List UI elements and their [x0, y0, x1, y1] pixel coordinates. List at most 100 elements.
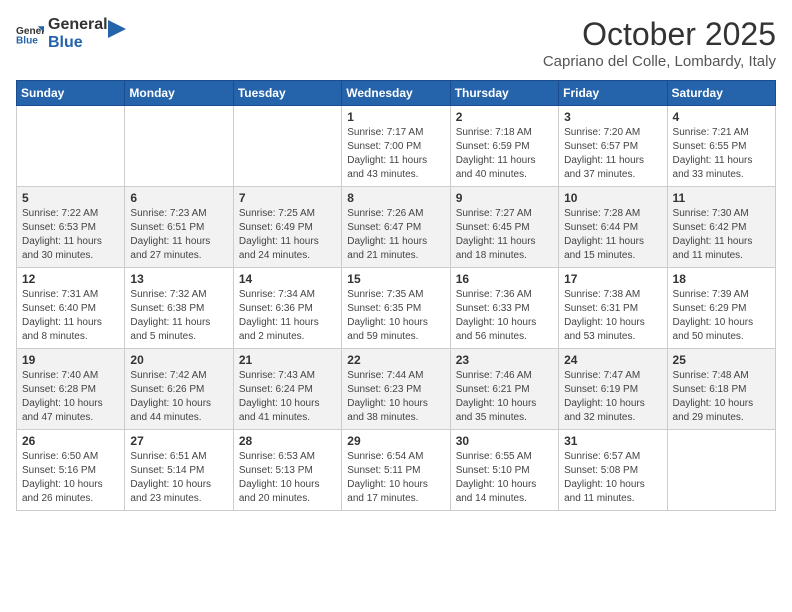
logo-icon: General Blue [16, 23, 44, 45]
calendar-table: SundayMondayTuesdayWednesdayThursdayFrid… [16, 80, 776, 511]
calendar-cell: 16 Sunrise: 7:36 AM Sunset: 6:33 PM Dayli… [450, 268, 558, 349]
day-info: Sunrise: 7:34 AM Sunset: 6:36 PM Dayligh… [239, 288, 336, 344]
day-info: Sunrise: 6:51 AM Sunset: 5:14 PM Dayligh… [130, 450, 227, 506]
day-info: Sunrise: 7:22 AM Sunset: 6:53 PM Dayligh… [22, 207, 119, 263]
day-info: Sunrise: 6:53 AM Sunset: 5:13 PM Dayligh… [239, 450, 336, 506]
day-number: 9 [456, 191, 553, 205]
day-number: 10 [564, 191, 661, 205]
day-info: Sunrise: 7:18 AM Sunset: 6:59 PM Dayligh… [456, 126, 553, 182]
day-number: 23 [456, 353, 553, 367]
calendar-cell: 28 Sunrise: 6:53 AM Sunset: 5:13 PM Dayli… [233, 430, 341, 511]
calendar-cell: 1Sunrise: 7:17 AM Sunset: 7:00 PM Daylig… [342, 106, 450, 187]
calendar-cell: 2Sunrise: 7:18 AM Sunset: 6:59 PM Daylig… [450, 106, 558, 187]
day-info: Sunrise: 6:50 AM Sunset: 5:16 PM Dayligh… [22, 450, 119, 506]
day-number: 15 [347, 272, 444, 286]
day-info: Sunrise: 7:26 AM Sunset: 6:47 PM Dayligh… [347, 207, 444, 263]
calendar-cell: 17 Sunrise: 7:38 AM Sunset: 6:31 PM Dayli… [559, 268, 667, 349]
logo-arrow-icon [108, 20, 126, 38]
day-number: 7 [239, 191, 336, 205]
day-info: Sunrise: 7:47 AM Sunset: 6:19 PM Dayligh… [564, 369, 661, 425]
day-number: 13 [130, 272, 227, 286]
day-info: Sunrise: 7:39 AM Sunset: 6:29 PM Dayligh… [673, 288, 770, 344]
weekday-header-thursday: Thursday [450, 81, 558, 106]
day-info: Sunrise: 7:44 AM Sunset: 6:23 PM Dayligh… [347, 369, 444, 425]
month-title: October 2025 [543, 16, 776, 53]
logo-general-text: General [48, 16, 108, 34]
calendar-cell [667, 430, 775, 511]
day-number: 24 [564, 353, 661, 367]
day-info: Sunrise: 7:23 AM Sunset: 6:51 PM Dayligh… [130, 207, 227, 263]
day-number: 27 [130, 434, 227, 448]
day-info: Sunrise: 7:40 AM Sunset: 6:28 PM Dayligh… [22, 369, 119, 425]
calendar-cell: 3 Sunrise: 7:20 AM Sunset: 6:57 PM Daylig… [559, 106, 667, 187]
day-info: Sunrise: 7:36 AM Sunset: 6:33 PM Dayligh… [456, 288, 553, 344]
calendar-cell: 10 Sunrise: 7:28 AM Sunset: 6:44 PM Dayli… [559, 187, 667, 268]
day-info: Sunrise: 7:42 AM Sunset: 6:26 PM Dayligh… [130, 369, 227, 425]
day-number: 31 [564, 434, 661, 448]
weekday-header-sunday: Sunday [17, 81, 125, 106]
calendar-cell: 8Sunrise: 7:26 AM Sunset: 6:47 PM Daylig… [342, 187, 450, 268]
day-number: 12 [22, 272, 119, 286]
day-number: 14 [239, 272, 336, 286]
day-number: 21 [239, 353, 336, 367]
day-info: Sunrise: 6:54 AM Sunset: 5:11 PM Dayligh… [347, 450, 444, 506]
calendar-cell: 31 Sunrise: 6:57 AM Sunset: 5:08 PM Dayli… [559, 430, 667, 511]
location-title: Capriano del Colle, Lombardy, Italy [543, 53, 776, 70]
weekday-header-monday: Monday [125, 81, 233, 106]
calendar-cell: 30 Sunrise: 6:55 AM Sunset: 5:10 PM Dayli… [450, 430, 558, 511]
day-number: 30 [456, 434, 553, 448]
day-number: 17 [564, 272, 661, 286]
day-number: 22 [347, 353, 444, 367]
logo: General Blue General Blue [16, 16, 126, 51]
logo-blue-text: Blue [48, 34, 108, 52]
day-info: Sunrise: 6:57 AM Sunset: 5:08 PM Dayligh… [564, 450, 661, 506]
day-info: Sunrise: 7:38 AM Sunset: 6:31 PM Dayligh… [564, 288, 661, 344]
calendar-cell: 9 Sunrise: 7:27 AM Sunset: 6:45 PM Daylig… [450, 187, 558, 268]
calendar-cell: 19Sunrise: 7:40 AM Sunset: 6:28 PM Dayli… [17, 349, 125, 430]
calendar-cell: 4 Sunrise: 7:21 AM Sunset: 6:55 PM Daylig… [667, 106, 775, 187]
day-info: Sunrise: 7:20 AM Sunset: 6:57 PM Dayligh… [564, 126, 661, 182]
day-number: 11 [673, 191, 770, 205]
weekday-header-friday: Friday [559, 81, 667, 106]
calendar-cell: 12 Sunrise: 7:31 AM Sunset: 6:40 PM Dayli… [17, 268, 125, 349]
calendar-cell: 23 Sunrise: 7:46 AM Sunset: 6:21 PM Dayli… [450, 349, 558, 430]
calendar-cell: 14 Sunrise: 7:34 AM Sunset: 6:36 PM Dayli… [233, 268, 341, 349]
day-number: 3 [564, 110, 661, 124]
day-info: Sunrise: 7:17 AM Sunset: 7:00 PM Dayligh… [347, 126, 444, 182]
day-number: 28 [239, 434, 336, 448]
calendar-cell: 11 Sunrise: 7:30 AM Sunset: 6:42 PM Dayli… [667, 187, 775, 268]
day-number: 20 [130, 353, 227, 367]
day-number: 16 [456, 272, 553, 286]
weekday-header-saturday: Saturday [667, 81, 775, 106]
title-block: October 2025 Capriano del Colle, Lombard… [543, 16, 776, 70]
calendar-cell: 7Sunrise: 7:25 AM Sunset: 6:49 PM Daylig… [233, 187, 341, 268]
page-header: General Blue General Blue October 2025 C… [16, 16, 776, 70]
calendar-cell: 18 Sunrise: 7:39 AM Sunset: 6:29 PM Dayli… [667, 268, 775, 349]
calendar-cell: 6 Sunrise: 7:23 AM Sunset: 6:51 PM Daylig… [125, 187, 233, 268]
svg-text:Blue: Blue [16, 35, 38, 45]
day-info: Sunrise: 7:21 AM Sunset: 6:55 PM Dayligh… [673, 126, 770, 182]
day-info: Sunrise: 7:46 AM Sunset: 6:21 PM Dayligh… [456, 369, 553, 425]
calendar-cell [125, 106, 233, 187]
calendar-cell: 20 Sunrise: 7:42 AM Sunset: 6:26 PM Dayli… [125, 349, 233, 430]
day-info: Sunrise: 6:55 AM Sunset: 5:10 PM Dayligh… [456, 450, 553, 506]
calendar-cell: 5 Sunrise: 7:22 AM Sunset: 6:53 PM Daylig… [17, 187, 125, 268]
day-number: 4 [673, 110, 770, 124]
calendar-cell [233, 106, 341, 187]
weekday-header-tuesday: Tuesday [233, 81, 341, 106]
calendar-cell: 24 Sunrise: 7:47 AM Sunset: 6:19 PM Dayli… [559, 349, 667, 430]
day-number: 6 [130, 191, 227, 205]
day-number: 25 [673, 353, 770, 367]
calendar-cell: 29 Sunrise: 6:54 AM Sunset: 5:11 PM Dayli… [342, 430, 450, 511]
day-info: Sunrise: 7:28 AM Sunset: 6:44 PM Dayligh… [564, 207, 661, 263]
calendar-cell: 25Sunrise: 7:48 AM Sunset: 6:18 PM Dayli… [667, 349, 775, 430]
day-info: Sunrise: 7:35 AM Sunset: 6:35 PM Dayligh… [347, 288, 444, 344]
day-info: Sunrise: 7:43 AM Sunset: 6:24 PM Dayligh… [239, 369, 336, 425]
day-info: Sunrise: 7:27 AM Sunset: 6:45 PM Dayligh… [456, 207, 553, 263]
calendar-cell: 13Sunrise: 7:32 AM Sunset: 6:38 PM Dayli… [125, 268, 233, 349]
day-number: 29 [347, 434, 444, 448]
day-number: 5 [22, 191, 119, 205]
day-number: 18 [673, 272, 770, 286]
day-info: Sunrise: 7:30 AM Sunset: 6:42 PM Dayligh… [673, 207, 770, 263]
day-info: Sunrise: 7:31 AM Sunset: 6:40 PM Dayligh… [22, 288, 119, 344]
